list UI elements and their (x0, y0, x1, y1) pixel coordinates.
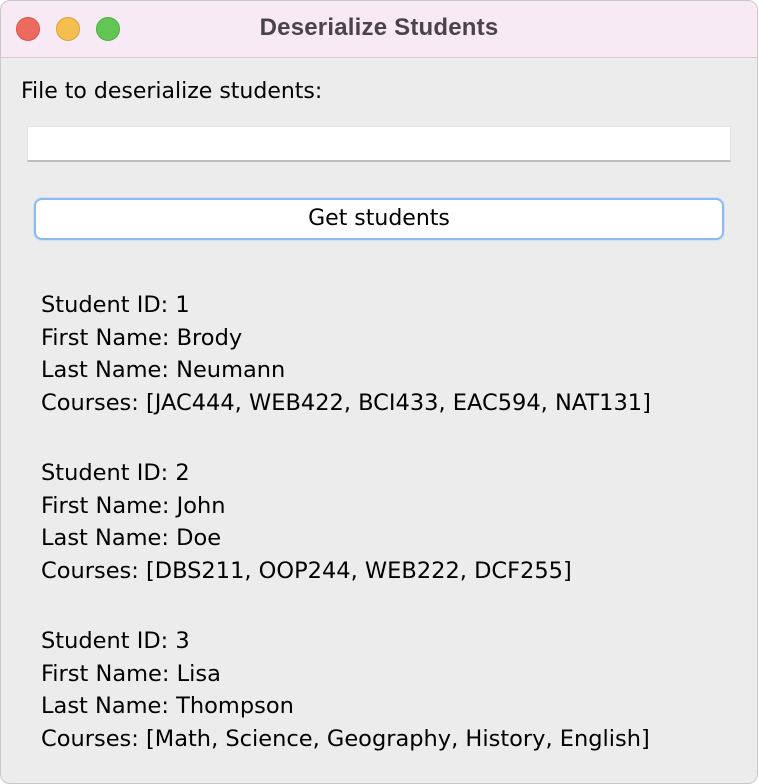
student-id-text: Student ID: 3 (41, 628, 190, 654)
student-courses-text: Courses: [JAC444, WEB422, BCI433, EAC594… (41, 389, 651, 416)
window-title: Deserialize Students (259, 14, 499, 41)
file-field-label: File to deserialize students: (21, 79, 323, 104)
title-bar[interactable]: Deserialize Students (1, 1, 757, 58)
file-path-input[interactable] (27, 126, 731, 162)
student-record: Student ID: 3 First Name: Lisa Last Name… (41, 625, 741, 755)
student-last-name-text: Last Name: Doe (41, 525, 222, 551)
students-output: Student ID: 1 First Name: Brody Last Nam… (41, 289, 741, 783)
student-first-name-text: First Name: Brody (41, 324, 243, 351)
student-record: Student ID: 2 First Name: John Last Name… (41, 457, 741, 587)
student-last-name-text: Last Name: Neumann (41, 357, 286, 383)
student-first-name-text: First Name: Lisa (41, 660, 221, 687)
student-courses-text: Courses: [DBS211, OOP244, WEB222, DCF255… (41, 557, 572, 584)
student-record: Student ID: 1 First Name: Brody Last Nam… (41, 289, 741, 419)
student-last-name-text: Last Name: Thompson (41, 693, 294, 719)
student-courses-text: Courses: [Math, Science, Geography, Hist… (41, 725, 650, 752)
student-id-text: Student ID: 2 (41, 460, 190, 486)
student-first-name-text: First Name: John (41, 492, 226, 519)
deserialize-students-window: Deserialize Students File to deserialize… (0, 0, 758, 784)
get-students-button[interactable]: Get students (34, 198, 724, 240)
student-id-text: Student ID: 1 (41, 292, 190, 318)
